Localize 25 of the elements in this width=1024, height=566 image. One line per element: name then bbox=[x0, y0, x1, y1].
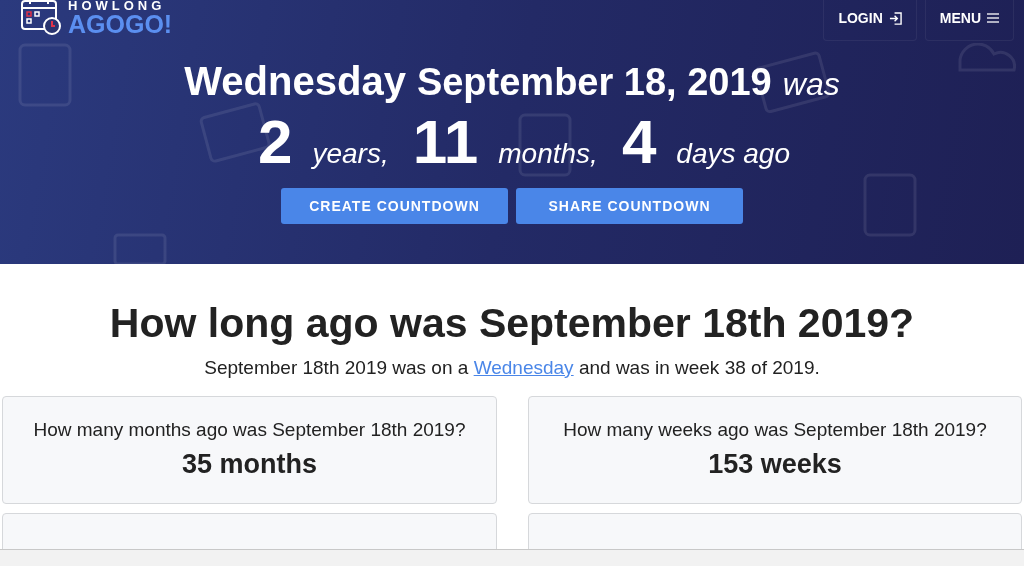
count-unit: days ago bbox=[676, 138, 790, 170]
page-heading: How long ago was September 18th 2019? bbox=[109, 300, 915, 347]
count-value: 2 bbox=[258, 106, 293, 177]
was-text: was bbox=[782, 66, 840, 103]
card-question: How many weeks ago was September 18th 2019? bbox=[563, 419, 987, 441]
weekday-link[interactable]: Wednesday bbox=[473, 357, 574, 378]
countdown-button[interactable]: CREATE COUNTDOWN bbox=[281, 188, 508, 224]
logo-wordmark[interactable]: AGOGO! bbox=[68, 12, 173, 37]
count-value: 11 bbox=[412, 106, 479, 177]
login-icon bbox=[888, 11, 902, 25]
logo-wordmark-top[interactable]: HOWLONG bbox=[68, 0, 173, 12]
menu-button[interactable]: MENU bbox=[924, 0, 1014, 41]
summary-sentence: September 18th 2019 was on a Wednesday and was in week 38 of 2019. bbox=[204, 357, 820, 379]
count-value: 4 bbox=[621, 106, 657, 177]
countdown-button[interactable]: SHARE COUNTDOWN bbox=[516, 188, 743, 224]
card-answer: 153 weeks bbox=[708, 449, 842, 480]
menu-icon bbox=[987, 13, 999, 23]
count-unit: years, bbox=[312, 138, 389, 170]
login-button[interactable]: LOGIN bbox=[823, 0, 917, 41]
card-question: How many months ago was September 18th 2019? bbox=[33, 419, 466, 441]
weekday-text: Wednesday bbox=[184, 59, 406, 104]
count-unit: months, bbox=[498, 138, 598, 170]
date-text: September 18, 2019 bbox=[416, 61, 772, 104]
card-answer: 35 months bbox=[182, 449, 317, 480]
calendar-clock-icon[interactable] bbox=[20, 0, 64, 36]
